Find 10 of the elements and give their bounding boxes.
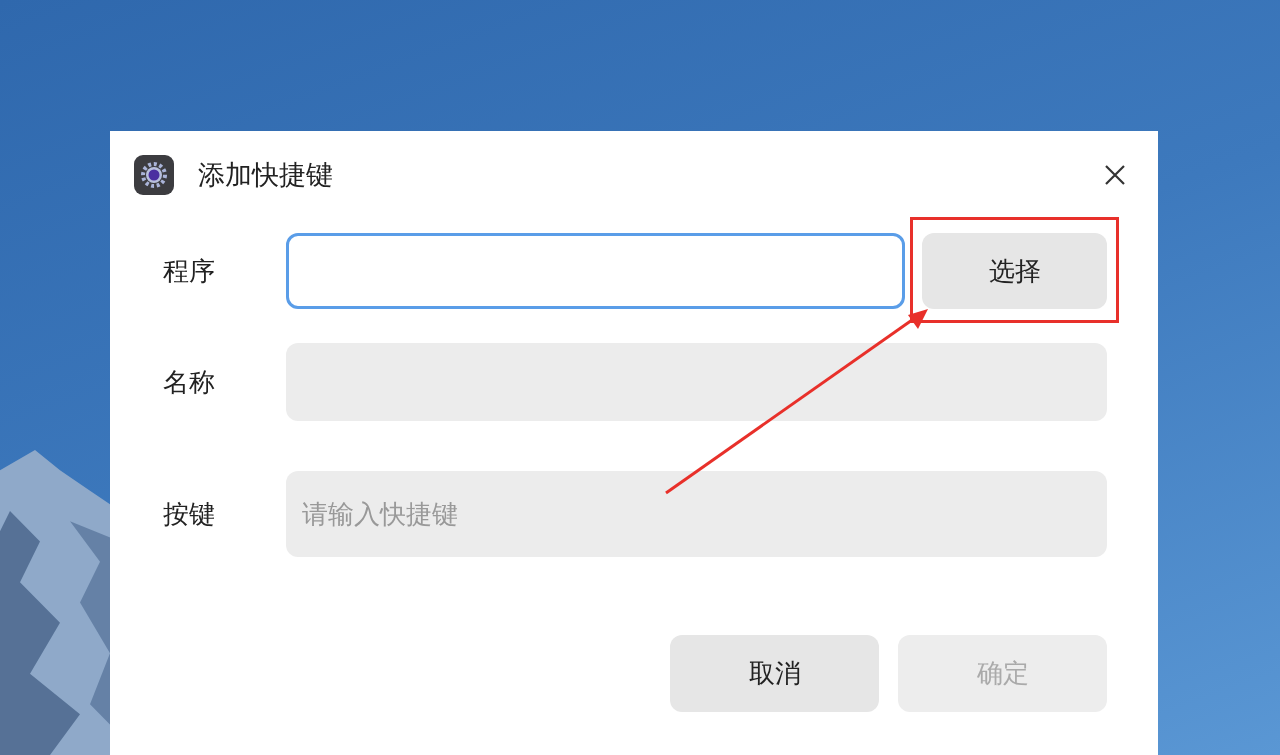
select-button[interactable]: 选择 — [922, 233, 1107, 309]
input-field[interactable] — [286, 343, 1107, 421]
input-field[interactable] — [286, 233, 905, 309]
input-field[interactable]: 请输入快捷键 — [286, 471, 1107, 557]
window-title: 添加快捷键 — [198, 158, 333, 192]
dialog-button[interactable]: 取消 — [670, 635, 879, 712]
field-label: 按键 — [163, 497, 216, 531]
field-label: 程序 — [163, 254, 216, 288]
gear-icon — [134, 155, 174, 195]
field-label: 名称 — [163, 365, 216, 399]
